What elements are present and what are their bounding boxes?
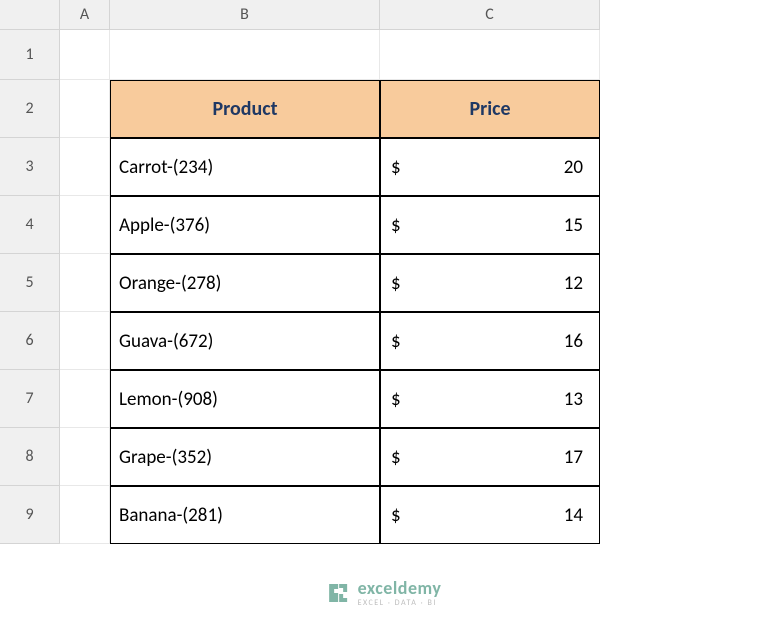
row-header-9[interactable]: 9 [0, 486, 60, 544]
watermark: exceldemy EXCEL · DATA · BI [326, 579, 442, 607]
price-value: 20 [564, 156, 583, 179]
watermark-title: exceldemy [358, 579, 442, 597]
cell-a4[interactable] [60, 196, 110, 254]
spreadsheet-grid: A B C 1 2 Product Price 3 Carrot-(234) $… [0, 0, 767, 544]
currency-symbol: $ [391, 446, 401, 469]
product-cell[interactable]: Guava-(672) [110, 312, 380, 370]
watermark-text: exceldemy EXCEL · DATA · BI [358, 579, 442, 607]
select-all-corner[interactable] [0, 0, 60, 30]
watermark-subtitle: EXCEL · DATA · BI [358, 599, 442, 607]
price-value: 14 [564, 504, 583, 527]
col-header-a[interactable]: A [60, 0, 110, 30]
header-product[interactable]: Product [110, 80, 380, 138]
currency-symbol: $ [391, 388, 401, 411]
col-header-c[interactable]: C [380, 0, 600, 30]
row-header-3[interactable]: 3 [0, 138, 60, 196]
cell-a6[interactable] [60, 312, 110, 370]
cell-a5[interactable] [60, 254, 110, 312]
price-cell[interactable]: $ 17 [380, 428, 600, 486]
cell-a3[interactable] [60, 138, 110, 196]
product-cell[interactable]: Banana-(281) [110, 486, 380, 544]
product-cell[interactable]: Apple-(376) [110, 196, 380, 254]
price-value: 12 [564, 272, 583, 295]
cell-a9[interactable] [60, 486, 110, 544]
product-cell[interactable]: Grape-(352) [110, 428, 380, 486]
row-header-5[interactable]: 5 [0, 254, 60, 312]
currency-symbol: $ [391, 330, 401, 353]
currency-symbol: $ [391, 214, 401, 237]
cell-b1[interactable] [110, 30, 380, 80]
cell-a1[interactable] [60, 30, 110, 80]
price-value: 15 [564, 214, 583, 237]
price-value: 17 [564, 446, 583, 469]
price-cell[interactable]: $ 15 [380, 196, 600, 254]
price-value: 16 [564, 330, 583, 353]
currency-symbol: $ [391, 272, 401, 295]
row-header-7[interactable]: 7 [0, 370, 60, 428]
price-cell[interactable]: $ 13 [380, 370, 600, 428]
row-header-2[interactable]: 2 [0, 80, 60, 138]
price-cell[interactable]: $ 16 [380, 312, 600, 370]
cell-a7[interactable] [60, 370, 110, 428]
row-header-1[interactable]: 1 [0, 30, 60, 80]
currency-symbol: $ [391, 156, 401, 179]
col-header-b[interactable]: B [110, 0, 380, 30]
row-header-8[interactable]: 8 [0, 428, 60, 486]
price-cell[interactable]: $ 12 [380, 254, 600, 312]
cell-c1[interactable] [380, 30, 600, 80]
row-header-4[interactable]: 4 [0, 196, 60, 254]
price-value: 13 [564, 388, 583, 411]
exceldemy-logo-icon [326, 581, 350, 605]
header-price[interactable]: Price [380, 80, 600, 138]
cell-a2[interactable] [60, 80, 110, 138]
product-cell[interactable]: Orange-(278) [110, 254, 380, 312]
product-cell[interactable]: Carrot-(234) [110, 138, 380, 196]
price-cell[interactable]: $ 14 [380, 486, 600, 544]
price-cell[interactable]: $ 20 [380, 138, 600, 196]
currency-symbol: $ [391, 504, 401, 527]
row-header-6[interactable]: 6 [0, 312, 60, 370]
product-cell[interactable]: Lemon-(908) [110, 370, 380, 428]
cell-a8[interactable] [60, 428, 110, 486]
